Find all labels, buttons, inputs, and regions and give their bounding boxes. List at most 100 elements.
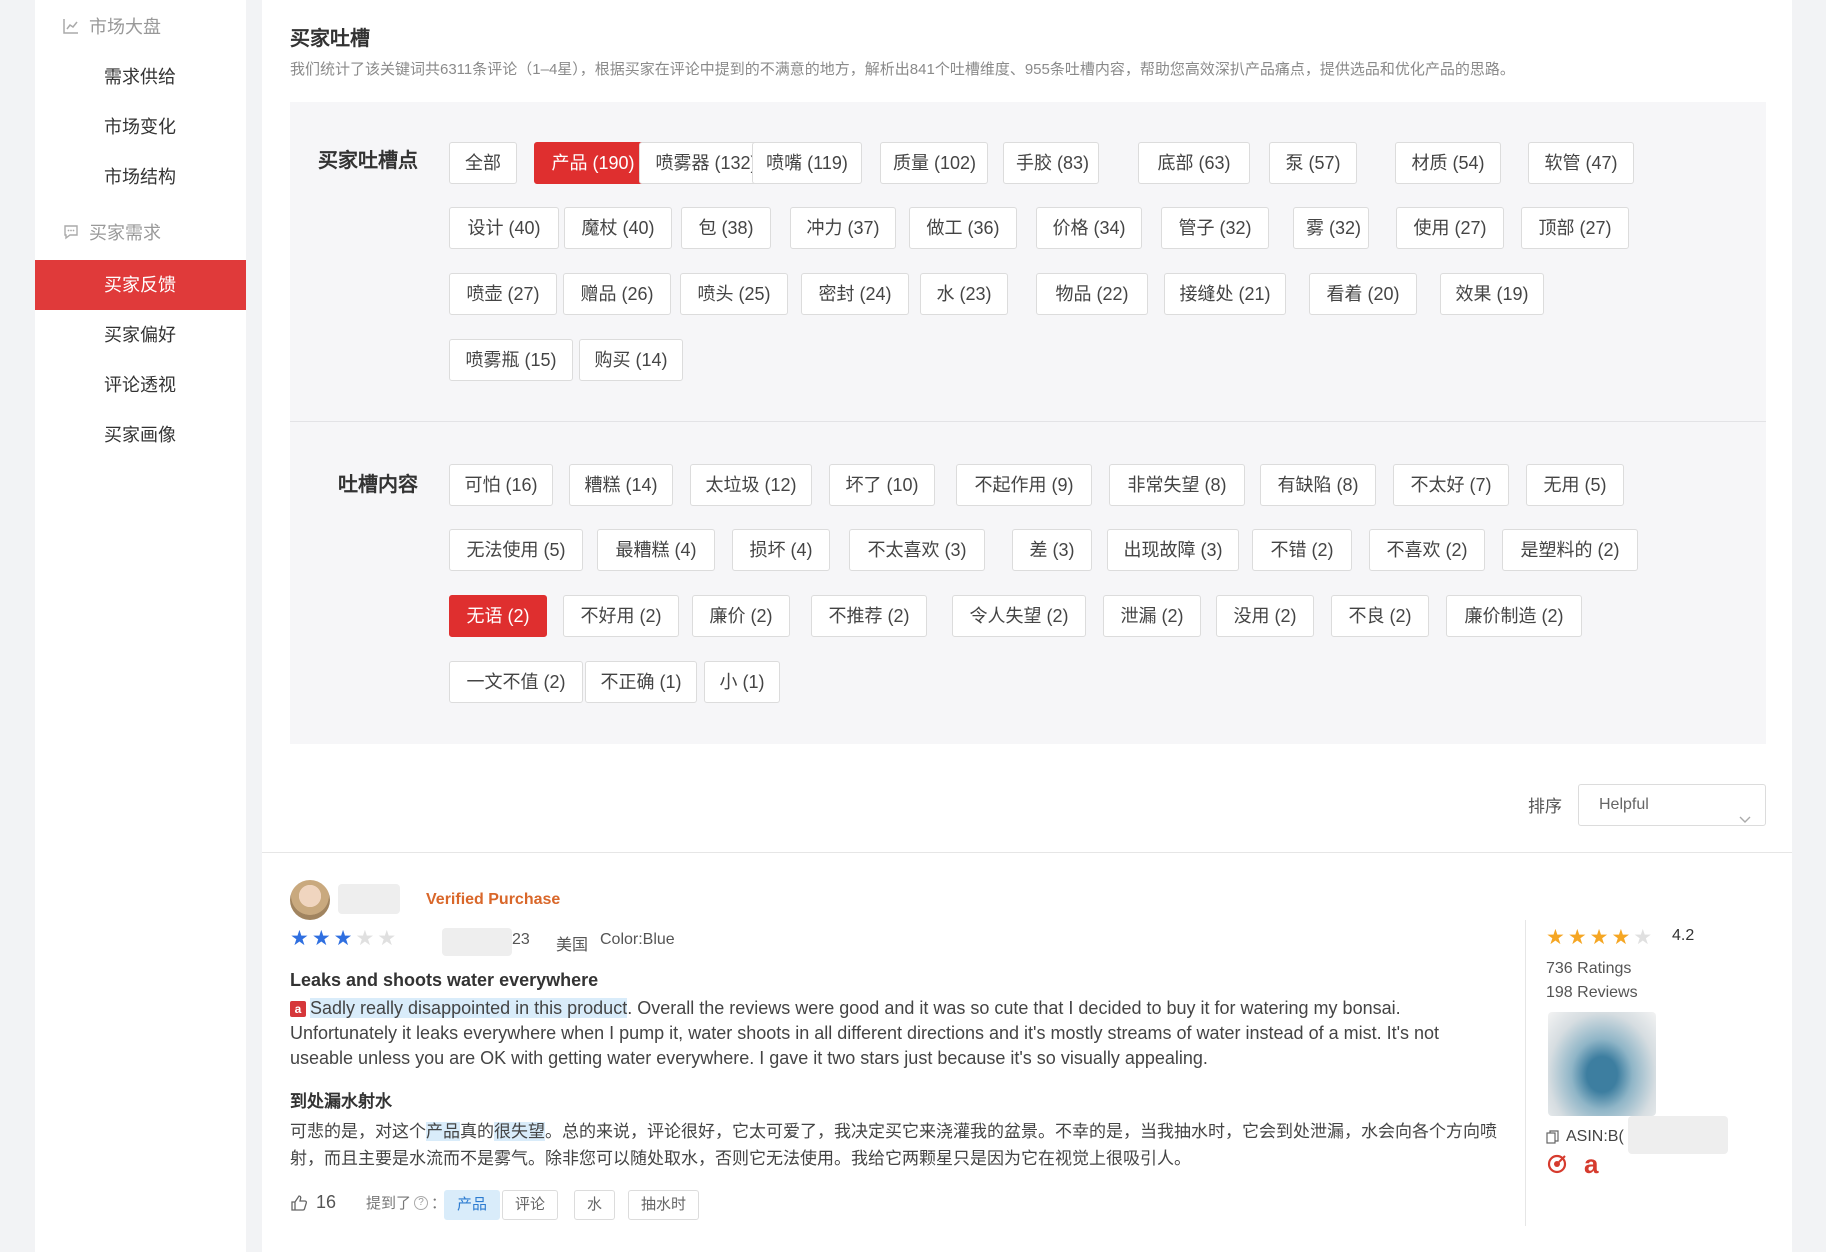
sidebar-item-market-structure[interactable]: 市场结构 (35, 152, 246, 202)
filter-tag[interactable]: 底部 (63) (1138, 142, 1250, 184)
filter-tag[interactable]: 无法使用 (5) (449, 529, 583, 571)
filter-tag[interactable]: 不起作用 (9) (956, 464, 1092, 506)
product-asin[interactable]: ASIN:B( (1546, 1128, 1624, 1146)
filter-tag[interactable]: 坏了 (10) (829, 464, 935, 506)
filter-tag[interactable]: 不太好 (7) (1393, 464, 1509, 506)
filter-tag[interactable]: 糟糕 (14) (569, 464, 673, 506)
translation-highlight: 产品 (426, 1122, 460, 1141)
filter-tag[interactable]: 效果 (19) (1440, 273, 1544, 315)
filter-tag[interactable]: 不错 (2) (1252, 529, 1352, 571)
filter-tag[interactable]: 差 (3) (1012, 529, 1092, 571)
filter-tag[interactable]: 做工 (36) (909, 207, 1017, 249)
filter-tag[interactable]: 不推荐 (2) (811, 595, 927, 637)
sidebar-item-buyer-preference[interactable]: 买家偏好 (35, 310, 246, 360)
filter-tag[interactable]: 不好用 (2) (563, 595, 679, 637)
filter-tag[interactable]: 材质 (54) (1395, 142, 1501, 184)
filter-tag[interactable]: 雾 (32) (1293, 207, 1369, 249)
filter-tag[interactable]: 顶部 (27) (1521, 207, 1629, 249)
help-icon[interactable]: ? (414, 1195, 429, 1210)
filter-tag[interactable]: 冲力 (37) (790, 207, 896, 249)
product-reviews-count: 198 Reviews (1546, 984, 1638, 1001)
filter-tag[interactable]: 泵 (57) (1269, 142, 1357, 184)
filter-tag[interactable]: 喷壶 (27) (449, 273, 557, 315)
filter-tag[interactable]: 喷嘴 (119) (752, 142, 862, 184)
filter-tag[interactable]: 是塑料的 (2) (1502, 529, 1638, 571)
sidebar-item-supply-demand[interactable]: 需求供给 (35, 52, 246, 102)
filter-tag[interactable]: 一文不值 (2) (449, 661, 583, 703)
sidebar-item-review-insight[interactable]: 评论透视 (35, 360, 246, 410)
filter-tag[interactable]: 廉价 (2) (692, 595, 790, 637)
page-title: 买家吐槽 (290, 28, 370, 50)
filter-tag[interactable]: 不良 (2) (1331, 595, 1429, 637)
review-stars: ★★★★★ (290, 926, 399, 951)
filter-tag[interactable]: 管子 (32) (1161, 207, 1269, 249)
filter-tag[interactable]: 损坏 (4) (732, 529, 830, 571)
filter-tag[interactable]: 物品 (22) (1036, 273, 1148, 315)
filter-tag[interactable]: 没用 (2) (1216, 595, 1314, 637)
review-variant: Color:Blue (600, 931, 675, 948)
avatar (290, 880, 330, 920)
review-highlight: Sadly really disappointed in this produc… (310, 998, 628, 1018)
blurred-date (442, 928, 512, 956)
filter-tag[interactable]: 出现故障 (3) (1107, 529, 1239, 571)
review-body-translation: 可悲的是，对这个产品真的很失望。总的来说，评论很好，它太可爱了，我决定买它来浇灌… (290, 1118, 1502, 1172)
filter-tag[interactable]: 密封 (24) (801, 273, 909, 315)
filter-tag[interactable]: 价格 (34) (1036, 207, 1142, 249)
filter-tag[interactable]: 可怕 (16) (449, 464, 553, 506)
filter-tag[interactable]: 购买 (14) (579, 339, 683, 381)
filter-tag[interactable]: 使用 (27) (1396, 207, 1504, 249)
filter-tag[interactable]: 手胶 (83) (1003, 142, 1099, 184)
filter-tag[interactable]: 软管 (47) (1528, 142, 1634, 184)
filter-tag[interactable]: 包 (38) (681, 207, 771, 249)
keyword-tag[interactable]: 评论 (502, 1190, 559, 1220)
filter-tag[interactable]: 喷雾瓶 (15) (449, 339, 573, 381)
target-icon[interactable] (1546, 1153, 1568, 1175)
filter-tag[interactable]: 产品 (190) (534, 142, 652, 184)
filter-tag[interactable]: 魔杖 (40) (564, 207, 672, 249)
filter-tag[interactable]: 不太喜欢 (3) (849, 529, 985, 571)
filter-tag[interactable]: 非常失望 (8) (1109, 464, 1245, 506)
filter-tag[interactable]: 质量 (102) (880, 142, 988, 184)
sidebar-item-market-change[interactable]: 市场变化 (35, 102, 246, 152)
filter-tag[interactable]: 水 (23) (920, 273, 1008, 315)
sidebar-item-buyer-persona[interactable]: 买家画像 (35, 410, 246, 460)
amazon-icon: a (290, 1001, 306, 1017)
sidebar-item-buyer-feedback[interactable]: 买家反馈 (35, 260, 246, 310)
filter-tag[interactable]: 小 (1) (704, 661, 780, 703)
like-button[interactable]: 16 (290, 1192, 336, 1213)
filter-tag[interactable]: 不正确 (1) (585, 661, 697, 703)
keyword-tag[interactable]: 产品 (444, 1190, 501, 1220)
filter-tag[interactable]: 无语 (2) (449, 595, 547, 637)
filter-tag[interactable]: 看着 (20) (1309, 273, 1417, 315)
star-icon: ★ (1633, 926, 1656, 949)
filter-tag[interactable]: 令人失望 (2) (952, 595, 1086, 637)
sidebar-section-buyer[interactable]: 买家需求 (35, 206, 246, 258)
filter-tag[interactable]: 有缺陷 (8) (1260, 464, 1376, 506)
sort-select[interactable]: Helpful (1578, 784, 1766, 826)
filter-tag[interactable]: 太垃圾 (12) (690, 464, 812, 506)
filter-tag[interactable]: 喷头 (25) (680, 273, 788, 315)
review-title: Leaks and shoots water everywhere (290, 970, 599, 990)
complaint-points-label: 买家吐槽点 (318, 150, 418, 172)
filter-tag[interactable]: 廉价制造 (2) (1446, 595, 1582, 637)
filter-tag[interactable]: 接缝处 (21) (1164, 273, 1286, 315)
filter-tag[interactable]: 设计 (40) (449, 207, 559, 249)
sidebar-section-market[interactable]: 市场大盘 (35, 0, 246, 52)
translation-highlight: 很失望 (494, 1122, 545, 1141)
translation-text: 可悲的是，对这个 (290, 1122, 426, 1141)
keyword-tag[interactable]: 水 (574, 1190, 616, 1220)
filter-tag[interactable]: 不喜欢 (2) (1369, 529, 1485, 571)
filter-tag[interactable]: 赠品 (26) (563, 273, 671, 315)
review-country: 美国 (556, 937, 589, 954)
keyword-tag[interactable]: 抽水时 (628, 1190, 700, 1220)
amazon-logo-icon[interactable]: a (1584, 1151, 1598, 1177)
vertical-divider (1525, 920, 1526, 1226)
asin-text: ASIN:B( (1566, 1128, 1624, 1145)
filter-tag[interactable]: 全部 (449, 142, 517, 184)
star-icon: ★ (1589, 926, 1612, 949)
filter-tag[interactable]: 最糟糕 (4) (597, 529, 715, 571)
product-image[interactable] (1548, 1012, 1656, 1116)
main-content: 买家吐槽 我们统计了该关键词共6311条评论（1–4星），根据买家在评论中提到的… (262, 0, 1792, 1252)
filter-tag[interactable]: 无用 (5) (1526, 464, 1624, 506)
filter-tag[interactable]: 泄漏 (2) (1103, 595, 1201, 637)
